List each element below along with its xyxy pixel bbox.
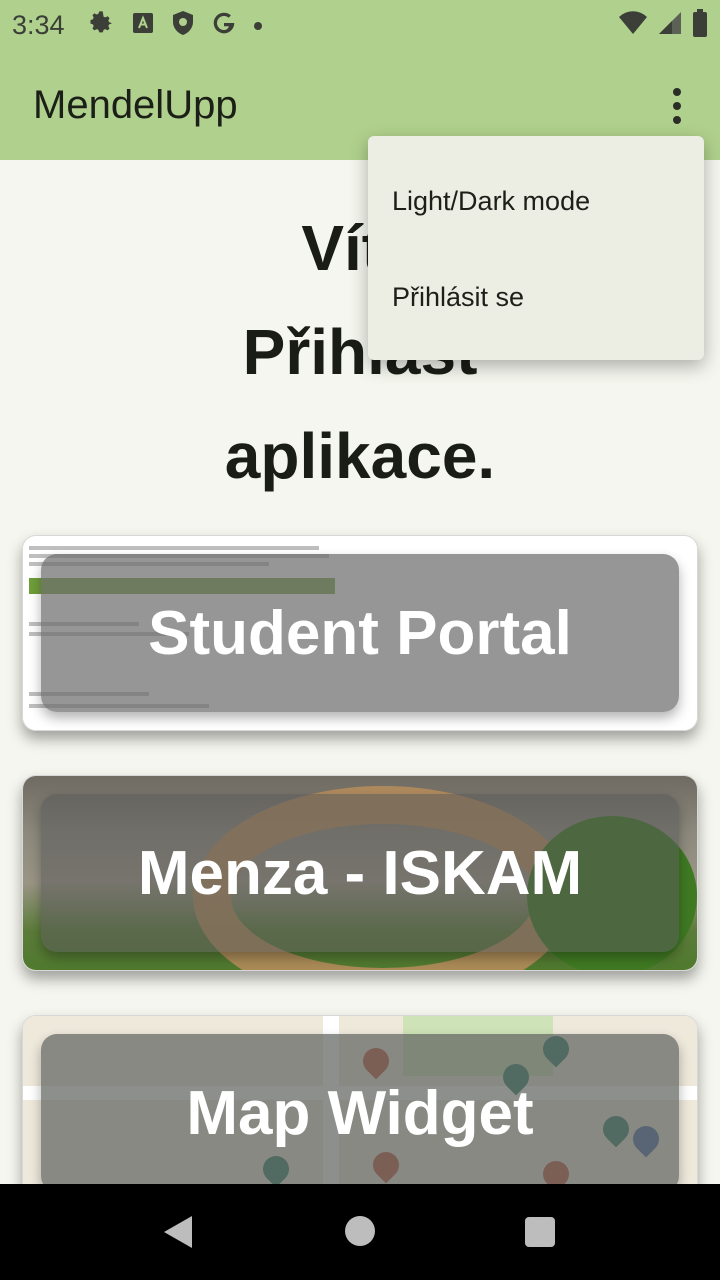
recents-icon[interactable] bbox=[525, 1217, 555, 1247]
menza-iskam-label-box: Menza - ISKAM bbox=[41, 794, 679, 952]
home-icon[interactable] bbox=[345, 1216, 375, 1246]
menu-item-light-dark-mode[interactable]: Light/Dark mode bbox=[392, 186, 590, 217]
status-time: 3:34 bbox=[12, 9, 65, 40]
signal-icon bbox=[658, 11, 682, 39]
navigation-bar bbox=[0, 1184, 720, 1280]
dot-icon bbox=[253, 16, 263, 35]
map-widget-label-box: Map Widget bbox=[41, 1034, 679, 1192]
google-g-icon bbox=[211, 10, 237, 40]
welcome-line-3: aplikace. bbox=[224, 420, 496, 492]
overflow-menu: Light/Dark mode Přihlásit se bbox=[368, 136, 704, 360]
shield-icon bbox=[171, 10, 195, 40]
student-portal-label: Student Portal bbox=[148, 598, 572, 668]
student-portal-card[interactable]: Student Portal bbox=[22, 535, 698, 731]
wifi-icon bbox=[618, 11, 648, 39]
battery-icon bbox=[692, 9, 708, 41]
student-portal-label-box: Student Portal bbox=[41, 554, 679, 712]
map-widget-label: Map Widget bbox=[186, 1078, 534, 1148]
a-icon bbox=[131, 11, 155, 39]
status-bar: 3:34 bbox=[0, 0, 720, 50]
status-icons-left bbox=[87, 9, 263, 41]
menu-item-login[interactable]: Přihlásit se bbox=[392, 282, 524, 313]
menza-iskam-label: Menza - ISKAM bbox=[137, 838, 583, 908]
app-title: MendelUpp bbox=[33, 82, 238, 127]
more-vertical-icon[interactable] bbox=[662, 84, 692, 128]
map-widget-card[interactable]: Map Widget bbox=[22, 1015, 698, 1211]
status-icons-right bbox=[618, 9, 708, 41]
back-icon[interactable] bbox=[164, 1216, 192, 1248]
menza-iskam-card[interactable]: Menza - ISKAM bbox=[22, 775, 698, 971]
gear-icon bbox=[87, 9, 115, 41]
